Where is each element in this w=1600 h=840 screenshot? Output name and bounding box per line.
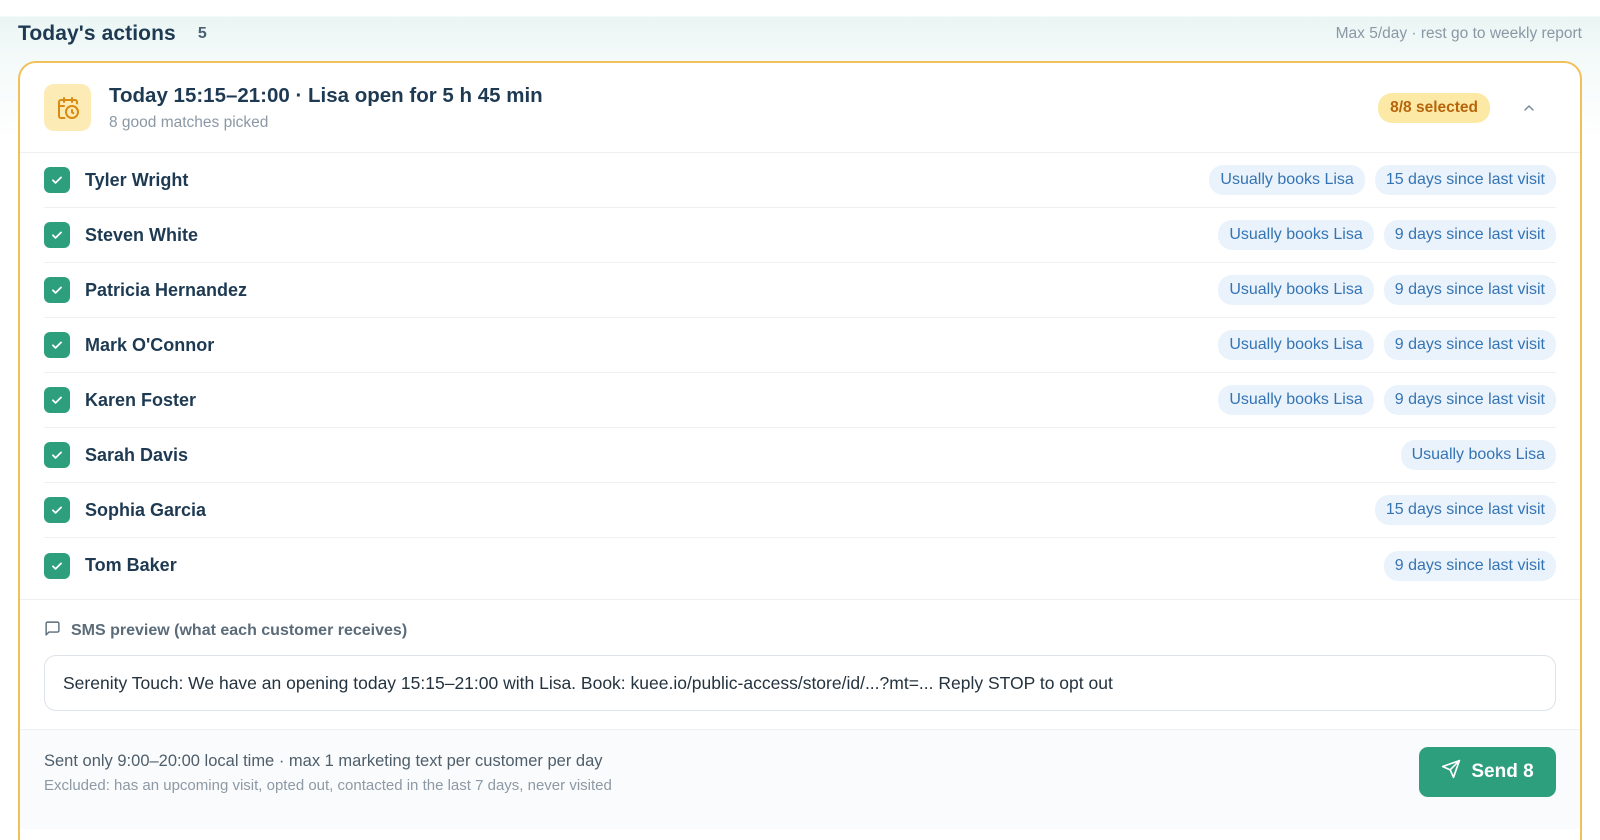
customer-tags: Usually books Lisa 9 days since last visi… [1218,385,1556,415]
check-icon [52,286,62,294]
message-square-icon [44,620,61,642]
customer-list: Tyler Wright Usually books Lisa 15 days si… [20,153,1580,593]
customer-name: Tom Baker [85,555,177,575]
customer-tag: Usually books Lisa [1218,330,1374,360]
exclusion-note: Excluded: has an upcoming visit, opted o… [44,777,612,794]
customer-tag: Usually books Lisa [1218,220,1374,250]
customer-tag: 9 days since last visit [1383,385,1556,415]
customer-row: Tyler Wright Usually books Lisa 15 days si… [44,153,1556,208]
page-title: Today's actions [18,22,176,45]
customer-tags: Usually books Lisa 15 days since last vis… [1209,165,1556,195]
customer-name: Patricia Hernandez [85,279,248,300]
customer-row: Steven White Usually books Lisa 9 days sin… [44,208,1556,263]
header-left: Today's actions 5 [18,22,207,46]
customer-checkbox[interactable] [44,222,70,248]
customer-tag: 15 days since last visit [1374,495,1556,525]
customer-tag: 9 days since last visit [1383,220,1556,250]
sms-preview-label-text: SMS preview (what each customer receives… [71,622,408,639]
customer-checkbox[interactable] [44,332,70,358]
opening-card: Today 15:15–21:00 · Lisa open for 5 h 45… [18,61,1582,840]
action-count: 5 [197,25,207,42]
customer-name: Tyler Wright [85,169,189,190]
customer-tag: Usually books Lisa [1218,275,1374,305]
card-header-text: Today 15:15–21:00 · Lisa open for 5 h 45… [109,84,1378,132]
customer-row: Patricia Hernandez Usually books Lisa 9 da… [44,263,1556,318]
card-header: Today 15:15–21:00 · Lisa open for 5 h 45… [20,63,1580,153]
customer-tag: Usually books Lisa [1218,385,1374,415]
customer-row: Mark O'Connor Usually books Lisa 9 days si… [44,318,1556,373]
opening-subtitle: 8 good matches picked [109,113,269,131]
check-icon [52,451,62,459]
customer-name: Karen Foster [85,389,197,410]
customer-row: Sarah Davis Usually books Lisa [44,428,1556,483]
selected-count-badge: 8/8 selected [1378,92,1490,123]
customer-row: Tom Baker 9 days since last visit [44,538,1556,593]
customer-name: Mark O'Connor [85,334,215,355]
footer-text: Sent only 9:00–20:00 local time · max 1 … [44,730,612,794]
check-icon [52,341,62,349]
customer-tag: 9 days since last visit [1383,550,1556,581]
customer-tags: Usually books Lisa 9 days since last visi… [1218,275,1556,305]
customer-checkbox[interactable] [44,277,70,303]
send-icon [1441,759,1461,785]
customer-tags: Usually books Lisa 9 days since last visi… [1218,330,1556,360]
customer-tag: 9 days since last visit [1383,275,1556,305]
customer-name: Steven White [85,224,199,245]
customer-checkbox[interactable] [44,497,70,523]
customer-checkbox[interactable] [44,387,70,413]
check-icon [52,231,62,239]
send-button-label: Send 8 [1471,761,1534,782]
customer-row: Karen Foster Usually books Lisa 9 days sin… [44,373,1556,428]
sending-rules-note: Sent only 9:00–20:00 local time · max 1 … [44,752,603,770]
check-icon [52,562,62,570]
opening-title: Today 15:15–21:00 · Lisa open for 5 h 45… [109,83,543,107]
customer-checkbox[interactable] [44,167,70,193]
customer-tags: 15 days since last visit [1374,495,1556,525]
sms-preview-section: SMS preview (what each customer receives… [20,599,1580,729]
sms-preview-text: Serenity Touch: We have an opening today… [44,655,1556,711]
customer-row: Sophia Garcia 15 days since last visit [44,483,1556,538]
check-icon [52,176,62,184]
calendar-clock-icon [44,84,91,131]
customer-tag: 9 days since last visit [1383,330,1556,360]
customer-checkbox[interactable] [44,552,70,579]
check-icon [52,396,62,404]
customer-tag: 15 days since last visit [1374,165,1556,195]
customer-tags: 9 days since last visit [1383,550,1556,581]
customer-tags: Usually books Lisa [1400,440,1556,470]
section-header: Today's actions 5 Max 5/day · rest go to… [18,18,1582,50]
card-footer: Sent only 9:00–20:00 local time · max 1 … [20,729,1580,829]
send-button[interactable]: Send 8 [1419,747,1556,797]
check-icon [52,506,62,514]
chevron-up-icon[interactable] [1518,97,1540,119]
customer-tag: Usually books Lisa [1400,440,1556,470]
customer-tags: Usually books Lisa 9 days since last visi… [1218,220,1556,250]
customer-name: Sarah Davis [85,444,189,465]
limit-note: Max 5/day · rest go to weekly report [1335,25,1582,42]
customer-checkbox[interactable] [44,442,70,468]
customer-name: Sophia Garcia [85,499,207,520]
customer-tag: Usually books Lisa [1209,165,1365,195]
sms-preview-label: SMS preview (what each customer receives… [44,620,1556,642]
